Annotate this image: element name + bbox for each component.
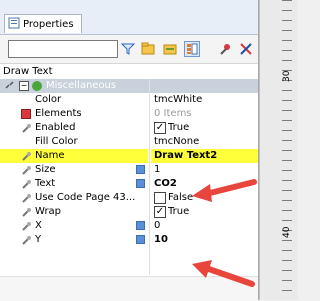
arrow-annotation-text: [192, 179, 257, 202]
property-name: X: [35, 220, 42, 231]
property-name: Wrap: [35, 206, 62, 217]
grid-column-divider[interactable]: [149, 79, 150, 275]
property-value[interactable]: tmcNone: [154, 136, 199, 147]
property-value[interactable]: Draw Text2: [154, 150, 217, 161]
tab-properties[interactable]: Properties: [4, 14, 82, 33]
expand-x-icon[interactable]: [136, 221, 145, 230]
property-value[interactable]: 10: [154, 234, 168, 245]
pin-icon[interactable]: [218, 41, 234, 57]
property-value: 0 Items: [154, 108, 192, 119]
filter-icon[interactable]: [120, 41, 136, 57]
property-row-color[interactable]: Color tmcWhite: [0, 93, 258, 107]
collapse-icon[interactable]: −: [19, 81, 29, 91]
ruler-label-30: 30: [282, 70, 292, 82]
property-value[interactable]: 0: [154, 220, 160, 231]
stage: Properties Draw Text − Miscellaneous Col…: [0, 0, 298, 301]
vertical-ruler: [259, 0, 298, 300]
wrench-icon: [21, 234, 33, 249]
arrow-annotation-y: [192, 260, 255, 287]
property-name: Name: [35, 150, 65, 161]
tools-icon[interactable]: [238, 41, 254, 57]
property-row-elements[interactable]: Elements 0 Items: [0, 107, 258, 121]
enabled-checkbox[interactable]: ✓: [154, 122, 166, 134]
property-value[interactable]: tmcWhite: [154, 94, 202, 105]
property-row-y[interactable]: Y 10: [0, 233, 258, 247]
expand-size-icon[interactable]: [136, 165, 145, 174]
property-name: Text: [35, 178, 56, 189]
property-name: Fill Color: [35, 136, 78, 147]
property-row-x[interactable]: X 0: [0, 219, 258, 233]
properties-panel: Properties Draw Text − Miscellaneous Col…: [0, 0, 259, 301]
expand-elements-icon[interactable]: [21, 109, 31, 119]
tab-properties-label: Properties: [23, 18, 74, 30]
property-name: Size: [35, 164, 56, 175]
property-name: Use Code Page 43...: [35, 192, 136, 203]
property-name: Y: [35, 234, 42, 245]
use-code-page-checkbox[interactable]: [154, 192, 166, 204]
property-row-wrap[interactable]: Wrap ✓ True: [0, 205, 258, 219]
property-value[interactable]: 1: [154, 164, 160, 175]
property-value: True: [168, 206, 190, 217]
property-value[interactable]: CO2: [154, 178, 177, 189]
property-row-enabled[interactable]: Enabled ✓ True: [0, 121, 258, 135]
property-name: Enabled: [35, 122, 76, 133]
property-value: True: [168, 122, 190, 133]
category-miscellaneous[interactable]: − Miscellaneous: [0, 79, 258, 93]
property-row-name[interactable]: Name Draw Text2: [0, 149, 258, 163]
ruler-label-40: 40: [282, 226, 292, 238]
categorized-icon[interactable]: [140, 41, 156, 57]
properties-icon: [8, 17, 20, 32]
category-label: Miscellaneous: [46, 80, 117, 91]
expand-y-icon[interactable]: [136, 235, 145, 244]
property-name: Color: [35, 94, 62, 105]
property-pages-icon[interactable]: [184, 41, 200, 57]
wrap-checkbox[interactable]: ✓: [154, 206, 166, 218]
selected-object-title: Draw Text: [3, 66, 53, 77]
alphabetical-icon[interactable]: [162, 41, 178, 57]
expand-text-icon[interactable]: [136, 179, 145, 188]
object-selector-combo[interactable]: [8, 40, 118, 58]
property-name: Elements: [35, 108, 82, 119]
tab-strip: Properties: [0, 0, 258, 35]
property-row-fill-color[interactable]: Fill Color tmcNone: [0, 135, 258, 149]
